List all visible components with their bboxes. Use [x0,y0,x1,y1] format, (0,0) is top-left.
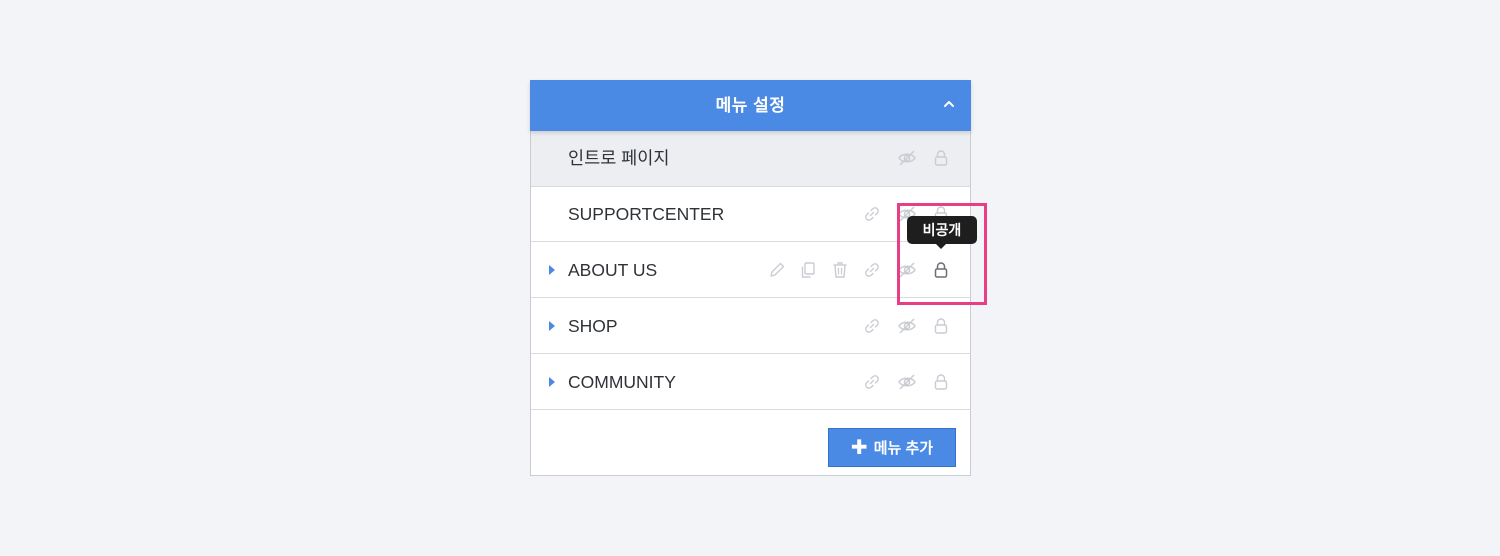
eye-off-icon[interactable] [897,372,917,392]
menu-item-label: COMMUNITY [568,372,676,392]
menu-item-label: ABOUT US [568,260,658,280]
link-icon[interactable] [862,316,882,336]
expand-caret-icon[interactable] [549,321,555,331]
menu-item-label: 인트로 페이지 [568,148,670,168]
trash-icon[interactable] [830,260,850,280]
add-menu-button-label: 메뉴 추가 [873,440,934,457]
menu-item-label: SUPPORTCENTER [568,204,725,224]
lock-icon[interactable] [931,148,951,168]
panel-title: 메뉴 설정 [715,96,786,115]
link-icon[interactable] [862,204,882,224]
private-tooltip: 비공개 [907,216,977,249]
link-icon[interactable] [862,372,882,392]
lock-icon[interactable] [931,372,951,392]
pencil-icon[interactable] [767,260,787,280]
expand-caret-icon[interactable] [549,377,555,387]
chevron-up-icon[interactable] [941,96,957,112]
link-icon[interactable] [862,260,882,280]
plus-icon: ✚ [850,436,868,459]
add-menu-button[interactable]: ✚ 메뉴 추가 [828,428,956,467]
menu-item-shop[interactable]: SHOP [531,299,970,354]
menu-item-label: SHOP [568,316,618,336]
expand-caret-icon[interactable] [549,265,555,275]
panel-footer: ✚ 메뉴 추가 [531,411,970,475]
menu-item-intro[interactable]: 인트로 페이지 [531,131,970,187]
panel-header[interactable]: 메뉴 설정 [530,80,971,131]
eye-off-icon[interactable] [897,148,917,168]
lock-icon[interactable] [931,316,951,336]
eye-off-icon[interactable] [897,316,917,336]
menu-item-community[interactable]: COMMUNITY [531,355,970,410]
copy-icon[interactable] [798,260,818,280]
